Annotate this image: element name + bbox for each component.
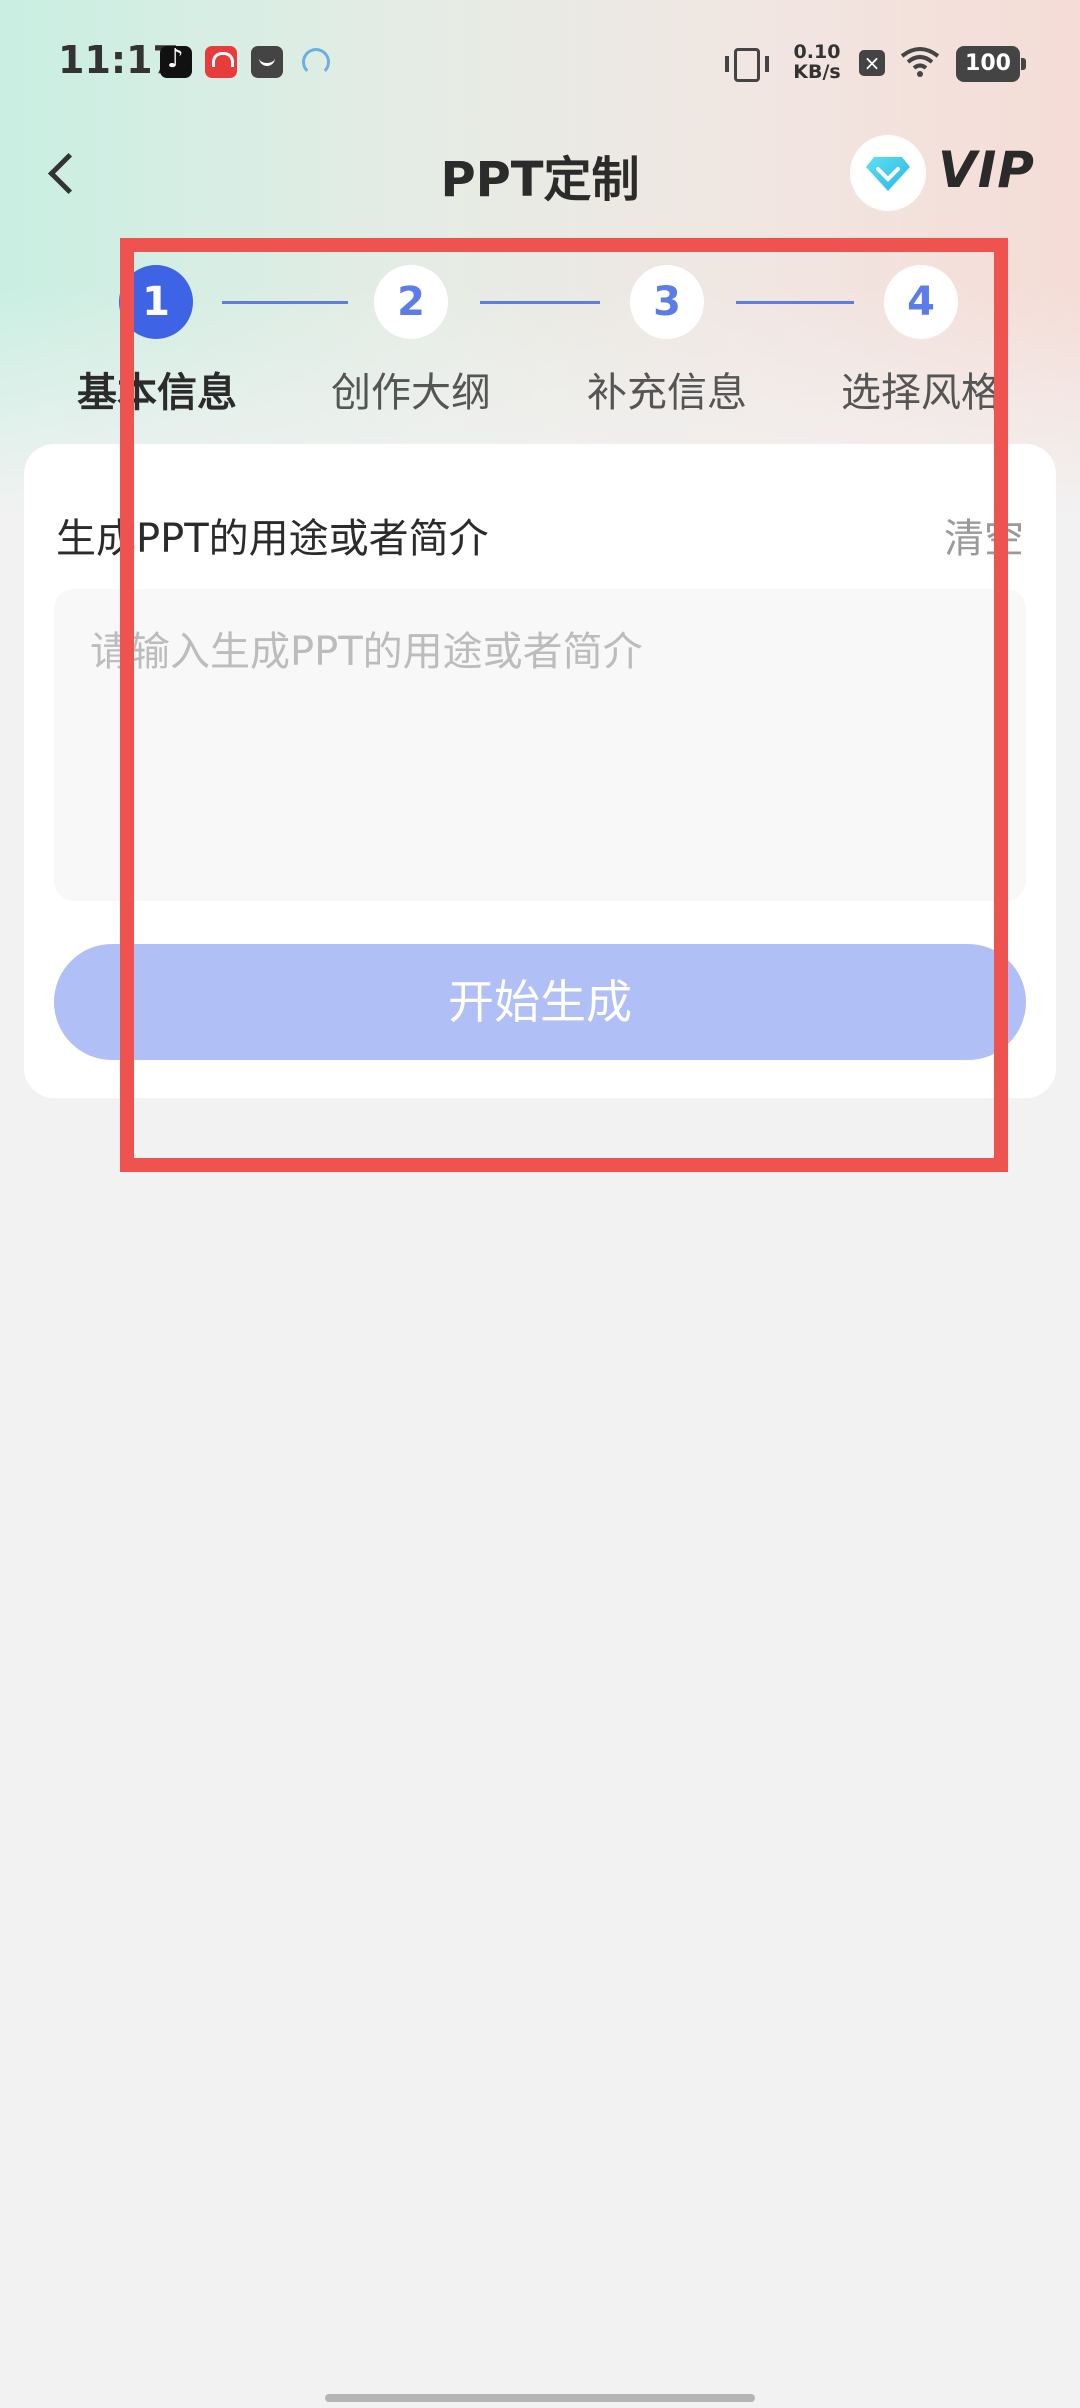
vibrate-icon [725,48,769,82]
start-generate-button[interactable]: 开始生成 [54,944,1026,1060]
form-card: 生成PPT的用途或者简介 清空 开始生成 [24,444,1056,1098]
clear-button[interactable]: 清空 [944,506,1024,564]
status-bar: 11:17 0.10 KB/s × 100 [0,0,1080,130]
step-2-label: 创作大纲 [331,370,491,416]
vip-button[interactable]: VIP [850,133,1050,213]
tiktok-icon [160,44,192,78]
vip-label: VIP [938,141,1035,199]
close-notification-icon: × [859,50,885,76]
vip-icon-circle [850,135,926,211]
step-2-circle: 2 [374,265,448,339]
step-connector [480,301,600,304]
step-4-label: 选择风格 [841,370,1001,416]
step-3-circle: 3 [630,265,704,339]
network-speed: 0.10 KB/s [789,42,845,82]
step-3-label: 补充信息 [587,370,747,416]
step-connector [222,301,348,304]
back-button[interactable] [40,145,100,205]
app-icon [205,46,237,78]
diamond-icon [866,157,910,191]
bag-icon [251,46,283,78]
step-1-label: 基本信息 [77,370,237,416]
step-1-circle: 1 [119,265,193,339]
step-connector [736,301,854,304]
network-speed-unit: KB/s [793,61,841,83]
battery-icon: 100 [956,46,1026,82]
purpose-input[interactable] [54,589,1026,901]
network-speed-value: 0.10 [793,41,841,63]
page-title: PPT定制 [440,152,640,208]
home-indicator[interactable] [325,2394,755,2402]
headset-icon [298,46,330,78]
status-icons: 0.10 KB/s × 100 [700,40,1026,84]
wifi-icon [900,47,940,77]
step-4-circle: 4 [884,265,958,339]
purpose-field-label: 生成PPT的用途或者简介 [56,516,489,562]
